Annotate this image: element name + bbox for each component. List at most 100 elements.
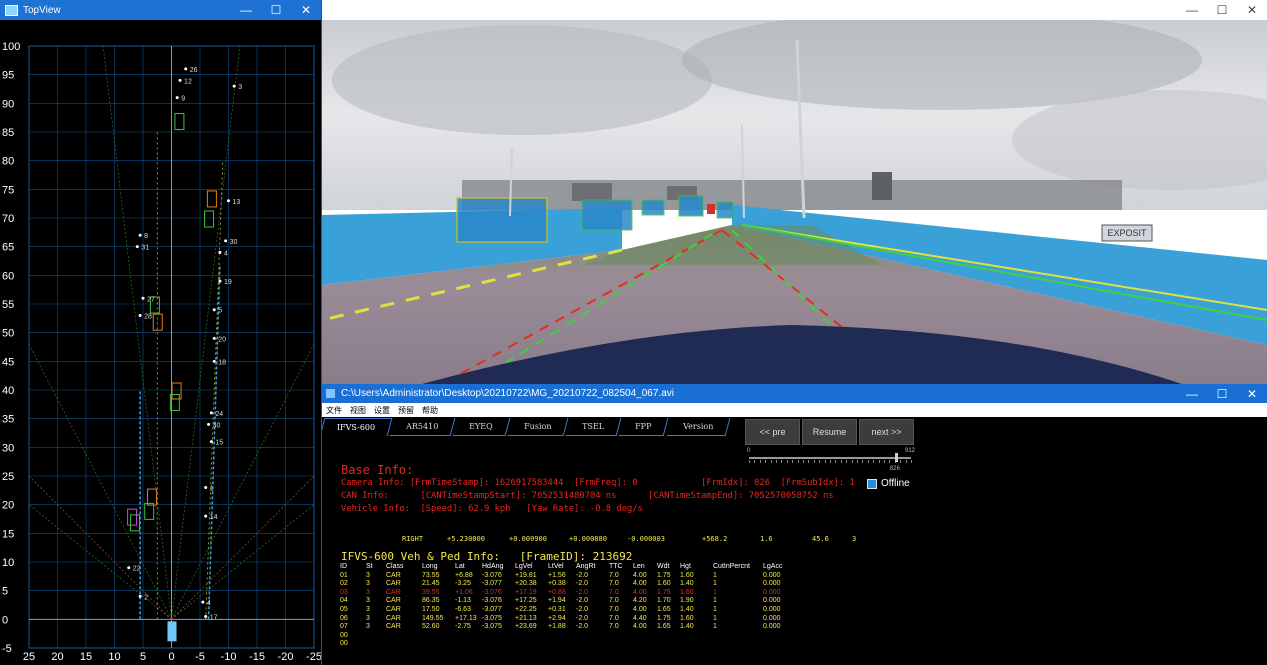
fov-line [28,475,172,620]
lane-value: 45.6 [812,535,829,543]
next-frame-button[interactable]: next >> [859,419,914,445]
lane-value: -0.000003 [627,535,665,543]
y-tick-label: 55 [2,299,14,311]
target-box [174,113,185,131]
cell-id: 00 [340,640,348,648]
table-row: 02 3 CAR 21.45 -3.25 -3.077 +20.38 +0.38 -2.0 7.0… [340,580,793,589]
maximize-icon[interactable]: ☐ [261,3,291,17]
close-icon[interactable]: ✕ [1237,3,1267,17]
frame-slider[interactable]: 0 912 826 [747,447,915,472]
table-row: 07 3 CAR 52.60 -2.75 -3.075 +23.69 +1.88 -2.0 7.0… [340,623,793,632]
slider-current: 826 [889,466,900,472]
x-tick-label: -10 [221,651,237,663]
target-point [184,67,188,71]
cell-lgacc: 0.000 [763,588,781,596]
menu-file[interactable]: 文件 [326,405,342,416]
ego-vehicle [167,621,177,642]
cell-ltvel [548,632,576,641]
tab-version[interactable]: Version [666,418,731,436]
y-tick-label: 80 [2,156,14,168]
slider-track [749,457,911,459]
cell-st [366,640,386,649]
close-icon[interactable]: ✕ [291,3,321,17]
maximize-icon[interactable]: ☐ [1207,387,1237,401]
cell-ttc: 7.0 [609,605,619,613]
slider-thumb[interactable] [894,453,898,462]
target-point [209,440,213,444]
minimize-icon[interactable]: — [1177,387,1207,401]
x-tick-label: 20 [51,651,63,663]
target-label: 5 [218,308,222,315]
y-tick-label: 60 [2,270,14,282]
prev-frame-button[interactable]: << pre [745,419,800,445]
main-titlebar[interactable]: C:\Users\Administrator\Desktop\20210722\… [322,384,1267,403]
target-label: 4 [207,600,211,607]
base-info-title: Base Info: [341,463,414,477]
tab-fusion[interactable]: Fusion [507,418,569,436]
cell-long: 17.50 [422,605,440,613]
tab-ar5410[interactable]: AR5410 [389,418,456,436]
cell-ltvel: +1.94 [548,597,566,605]
target-box [127,508,138,526]
vehicle-table: ID St Class Long Lat HdAng LgVel LtVel AngRt TTC L… [340,563,793,649]
cell-lgvel: +23.69 [515,623,537,631]
cell-hdang: -3.076 [482,571,502,579]
cell-id: 02 [340,580,348,588]
topview-titlebar[interactable]: TopView — ☐ ✕ [0,0,321,20]
tab-fpp[interactable]: FPP [618,418,669,436]
cell-wdt: 1.75 [657,588,671,596]
cell-angrt: -2.0 [576,571,589,579]
cell-long: 86.35 [422,597,440,605]
target-box [152,313,163,331]
target-point [204,485,208,489]
target-label: 19 [224,279,232,286]
y-tick-label: 0 [2,614,8,626]
tab-ifvs-600[interactable]: IFVS-600 [322,418,393,436]
menu-help[interactable]: 帮助 [422,405,438,416]
x-tick-label: -5 [195,651,205,663]
cell-lat: Lat [455,563,465,570]
y-tick-label: 20 [2,500,14,512]
topview-plot: 1009590858075706560555045403530252015105… [2,41,321,663]
maximize-icon[interactable]: ☐ [1207,3,1237,17]
topview-title: TopView [23,4,61,16]
resume-button[interactable]: Resume [802,419,857,445]
menu-reserved[interactable]: 预留 [398,405,414,416]
can-info-line: CAN Info: [CANTimeStampStart]: 705253148… [341,491,834,501]
cell-len: Len [633,563,645,570]
minimize-icon[interactable]: — [1177,3,1207,17]
cell-id: 04 [340,597,348,605]
cell-hdang: -3.075 [482,614,502,622]
cell-class: CAR [386,580,401,588]
table-row: 01 3 CAR 73.55 +6.88 -3.076 +19.81 +1.56 -2.0 7.0… [340,572,793,581]
minimize-icon[interactable]: — [231,3,261,17]
target-box [204,210,215,228]
camera-titlebar[interactable]: — ☐ ✕ [322,0,1267,20]
cell-wdt: 1.70 [657,597,671,605]
cell-cutinpercnt: 1 [713,605,717,613]
tab-tsel[interactable]: TSEL [565,418,622,436]
cell-id: 07 [340,623,348,631]
menu-settings[interactable]: 设置 [374,405,390,416]
cell-ltvel: +0.38 [548,580,566,588]
tab-eyeq[interactable]: EYEQ [452,418,511,436]
cell-angrt [576,640,609,649]
main-title: C:\Users\Administrator\Desktop\20210722\… [341,388,674,399]
offline-checkbox[interactable]: Offline [867,478,910,489]
lane-value: RIGHT [402,535,424,543]
menu-view[interactable]: 视图 [350,405,366,416]
lane-value: +5.230000 [447,535,485,543]
cell-ltvel [548,640,576,649]
target-label: 9 [181,96,185,103]
vehicle-info-line: Vehicle Info: [Speed]: 62.9 kph [Yaw Rat… [341,504,643,514]
checkbox-icon[interactable] [867,478,877,489]
close-icon[interactable]: ✕ [1237,387,1267,401]
cell-ltvel: LtVel [548,563,564,570]
cell-wdt [657,640,680,649]
cell-lgvel [515,632,548,641]
target-box [147,488,158,506]
x-tick-label: 5 [140,651,146,663]
cell-angrt: AngRt [576,563,596,570]
app-icon [326,389,335,398]
cell-lgvel: +19.81 [515,571,537,579]
